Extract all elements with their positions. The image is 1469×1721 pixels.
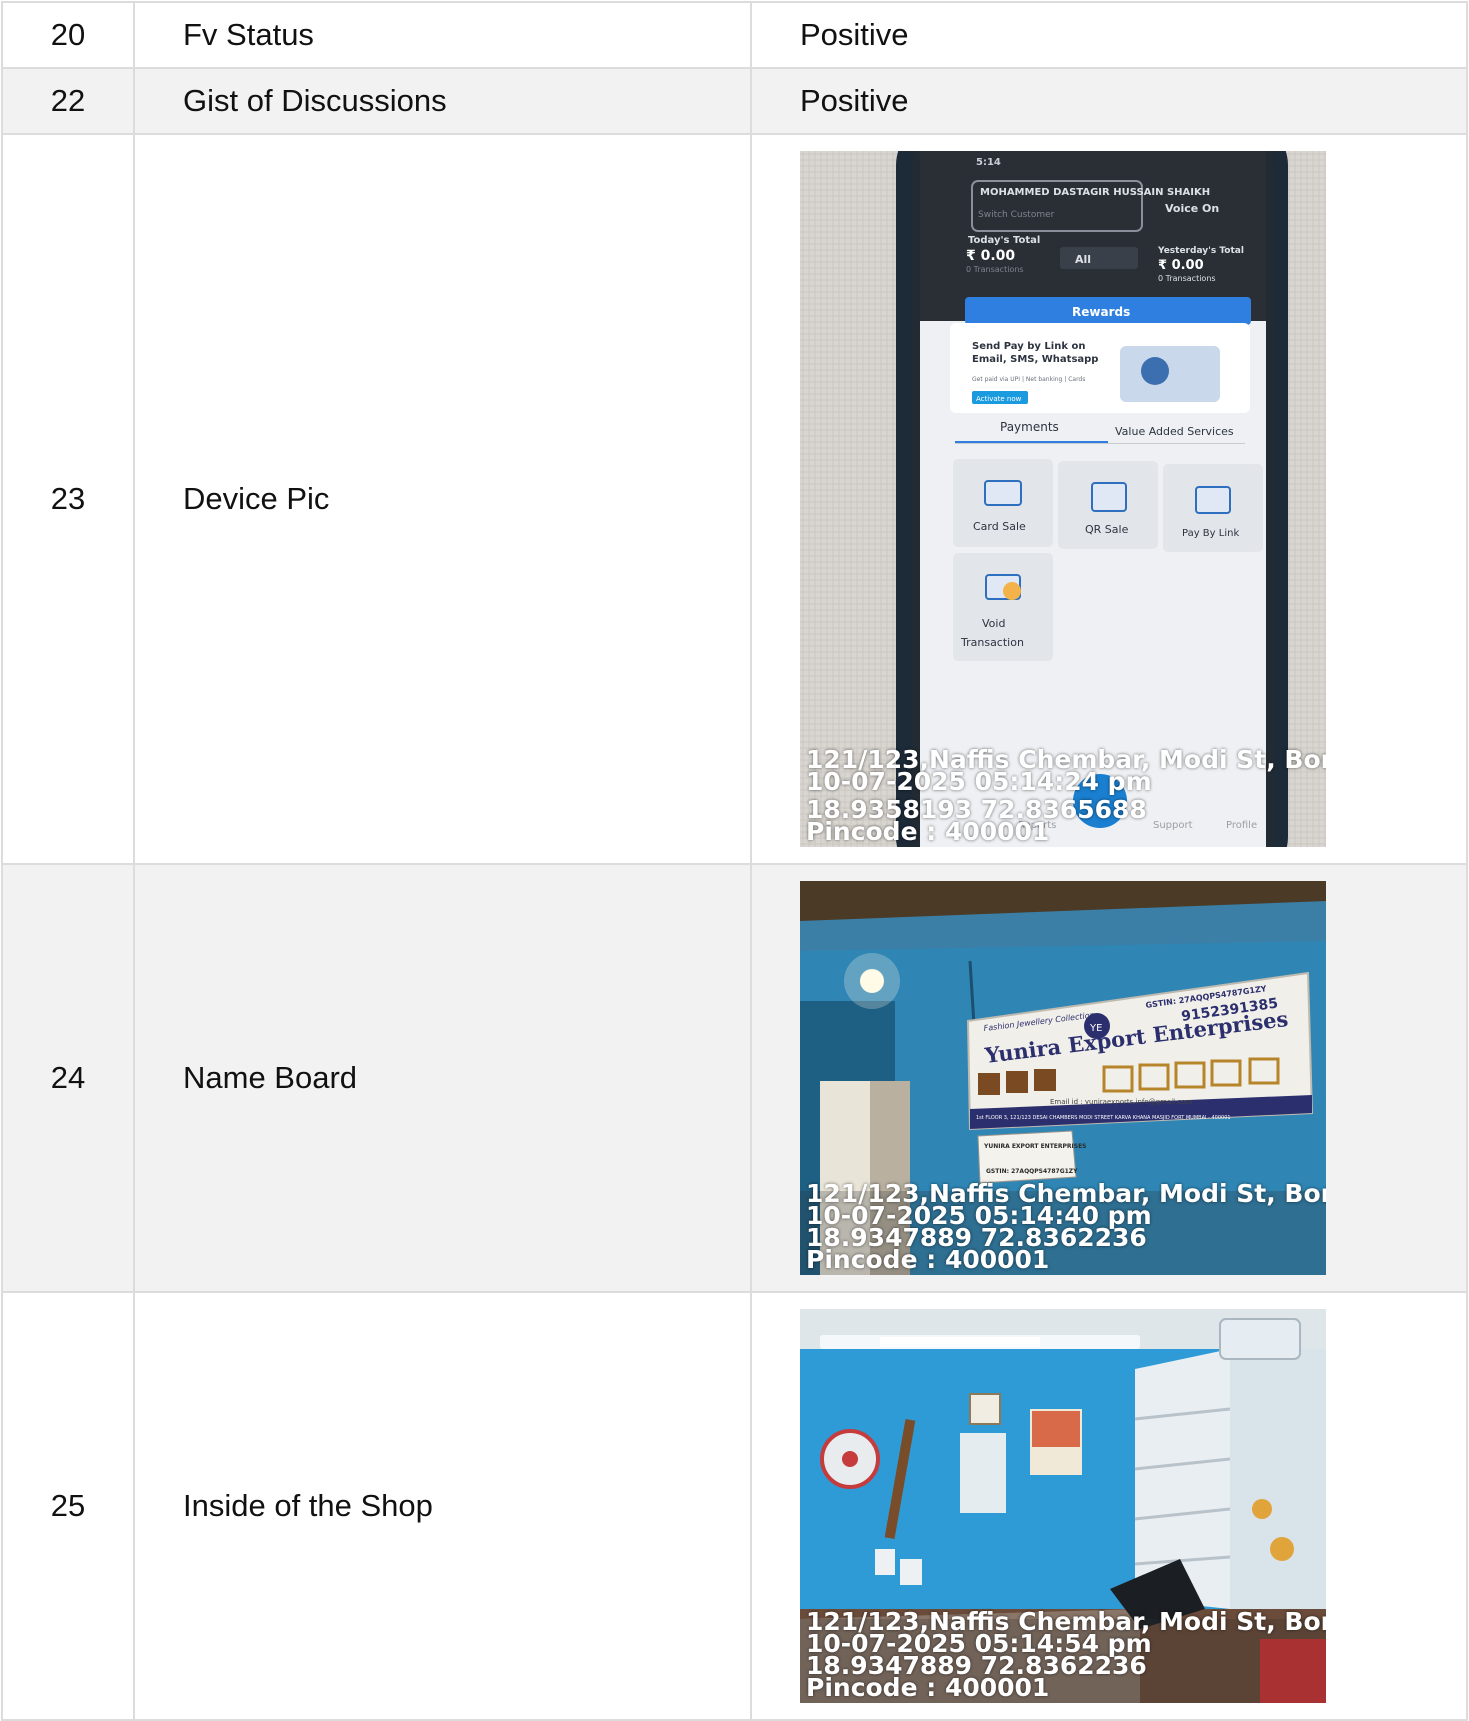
switch-customer: Switch Customer (978, 210, 1055, 220)
device-photo-image: 5:14 MOHAMMED DASTAGIR HUSSAIN SHAIKH Sw… (800, 151, 1326, 847)
photo-geo-stamp: 121/123,Naffis Chembar, Modi St, Borabaz… (806, 1181, 1326, 1274)
name-board-photo[interactable]: GSTIN: 27AQQPS4787G1ZY 9152391385 YE Fas… (800, 881, 1326, 1275)
filter-select: All (1075, 253, 1091, 266)
verification-table: 20 Fv Status Positive 22 Gist of Discuss… (1, 1, 1468, 1721)
today-value: ₹ 0.00 (966, 248, 1015, 264)
table-row: 20 Fv Status Positive (1, 1, 1468, 69)
tab-value-added: Value Added Services (1115, 425, 1234, 438)
table-row: 24 Name Board GSTIN: 27AQQPS4787G1ZY 915… (1, 863, 1468, 1293)
banner-activate: Activate now (976, 395, 1022, 403)
row-value: Positive (750, 1, 1468, 69)
row-number: 23 (1, 133, 135, 865)
row-value: 5:14 MOHAMMED DASTAGIR HUSSAIN SHAIKH Sw… (750, 133, 1468, 865)
table-row: 23 Device Pic 5:14 MOHAMMED DASTAGIR HUS… (1, 133, 1468, 865)
voice-toggle: Voice On (1165, 202, 1219, 215)
row-value: 121/123,Naffis Chembar, Modi St, Borabaz… (750, 1291, 1468, 1721)
device-photo[interactable]: 5:14 MOHAMMED DASTAGIR HUSSAIN SHAIKH Sw… (800, 151, 1326, 847)
rewards-button: Rewards (1072, 305, 1130, 319)
row-label: Inside of the Shop (133, 1291, 752, 1721)
table-row: 25 Inside of the Shop 121/123,Naffis Che… (1, 1291, 1468, 1721)
tile-void-2: Transaction (960, 636, 1024, 649)
photo-geo-stamp: 121/123,Naffis Chembar, Modi St, Borabaz… (806, 747, 1326, 846)
row-number: 25 (1, 1291, 135, 1721)
card-business-name: YUNIRA EXPORT ENTERPRISES (983, 1143, 1087, 1150)
photo-geo-stamp: 121/123,Naffis Chembar, Modi St, Borabaz… (806, 1609, 1326, 1702)
row-value: Positive (750, 67, 1468, 135)
row-number: 22 (1, 67, 135, 135)
sign-email: Email id : yuniraexports.info@gmail.com (1050, 1098, 1192, 1106)
banner-title-2: Email, SMS, Whatsapp (972, 354, 1098, 365)
card-gstin: GSTIN: 27AQQPS4787G1ZY (986, 1168, 1078, 1175)
row-label: Gist of Discussions (133, 67, 752, 135)
today-label: Today's Total (968, 235, 1040, 246)
phone-clock: 5:14 (976, 157, 1001, 168)
tile-card-sale: Card Sale (973, 520, 1026, 533)
yesterday-value: ₹ 0.00 (1158, 258, 1204, 273)
stamp-pincode: Pincode : 400001 (806, 1673, 1050, 1702)
banner-subtitle: Get paid via UPI | Net banking | Cards (972, 376, 1085, 383)
banner-title: Send Pay by Link on (972, 341, 1085, 352)
tab-payments: Payments (1000, 420, 1059, 434)
row-number: 24 (1, 863, 135, 1293)
sign-address-strip: 1st FLOOR 3, 121/123 DESAI CHAMBERS MODI… (976, 1115, 1231, 1121)
customer-name: MOHAMMED DASTAGIR HUSSAIN SHAIKH (980, 187, 1210, 198)
yesterday-transactions: 0 Transactions (1158, 274, 1216, 283)
stamp-pincode: Pincode : 400001 (806, 1245, 1050, 1274)
stamp-datetime: 10-07-2025 05:14:24 pm (806, 767, 1152, 796)
row-number: 20 (1, 1, 135, 69)
row-label: Device Pic (133, 133, 752, 865)
stamp-pincode: Pincode : 400001 (806, 817, 1050, 846)
row-value: GSTIN: 27AQQPS4787G1ZY 9152391385 YE Fas… (750, 863, 1468, 1293)
row-label: Name Board (133, 863, 752, 1293)
table-row: 22 Gist of Discussions Positive (1, 67, 1468, 135)
tile-void-1: Void (982, 617, 1005, 630)
tile-qr-sale: QR Sale (1085, 523, 1129, 536)
yesterday-label: Yesterday's Total (1157, 246, 1244, 256)
today-transactions: 0 Transactions (966, 265, 1024, 274)
inside-shop-photo[interactable]: 121/123,Naffis Chembar, Modi St, Borabaz… (800, 1309, 1326, 1703)
tile-pay-by-link: Pay By Link (1182, 528, 1239, 539)
row-label: Fv Status (133, 1, 752, 69)
